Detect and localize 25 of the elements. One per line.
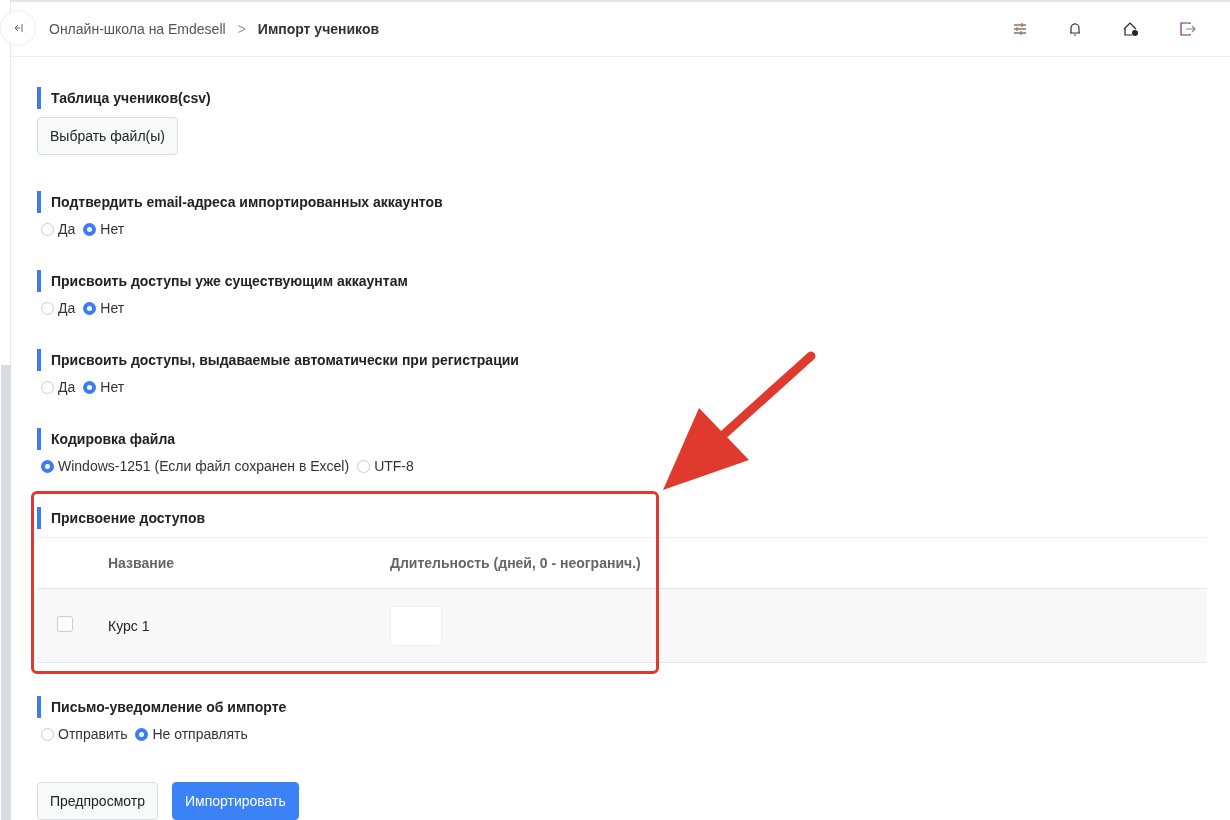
preview-button[interactable]: Предпросмотр xyxy=(37,782,158,820)
radio-label[interactable]: Windows-1251 (Если файл сохранен в Excel) xyxy=(58,458,350,474)
column-header: Название xyxy=(108,555,176,571)
section-title: Письмо-уведомление об импорте xyxy=(37,696,1230,718)
section-title: Присвоить доступы, выдаваемые автоматически при регистрации xyxy=(37,349,1230,371)
radio-label[interactable]: Нет xyxy=(100,379,125,395)
radio-label[interactable]: UTF-8 xyxy=(374,458,414,474)
radio-label[interactable]: Да xyxy=(58,379,76,395)
choose-files-button[interactable]: Выбрать файл(ы) xyxy=(37,117,178,155)
section-title: Присвоить доступы уже существующим аккаунтам xyxy=(37,270,1230,292)
breadcrumb-link[interactable]: Онлайн-школа на Emdesell xyxy=(49,21,226,37)
section-title: Присвоение доступов xyxy=(37,507,1230,529)
radio-label[interactable]: Нет xyxy=(100,221,125,237)
import-button[interactable]: Импортировать xyxy=(171,782,299,820)
table-cell: Курс 1 xyxy=(108,617,150,634)
column-header: Длительность (дней, 0 - неогранич.) xyxy=(390,555,641,571)
breadcrumb-link[interactable]: Импорт учеников xyxy=(257,21,380,37)
radio-label[interactable]: Нет xyxy=(100,300,125,316)
breadcrumb-separator: > xyxy=(237,21,246,37)
section-title: Таблица учеников(csv) xyxy=(37,87,1230,109)
section-title: Подтвердить email-адреса импортированных аккаунтов xyxy=(37,191,1230,213)
radio-label[interactable]: Отправить xyxy=(58,726,128,742)
radio-label[interactable]: Не отправлять xyxy=(152,726,248,742)
radio-label[interactable]: Да xyxy=(58,300,76,316)
radio-label[interactable]: Да xyxy=(58,221,76,237)
